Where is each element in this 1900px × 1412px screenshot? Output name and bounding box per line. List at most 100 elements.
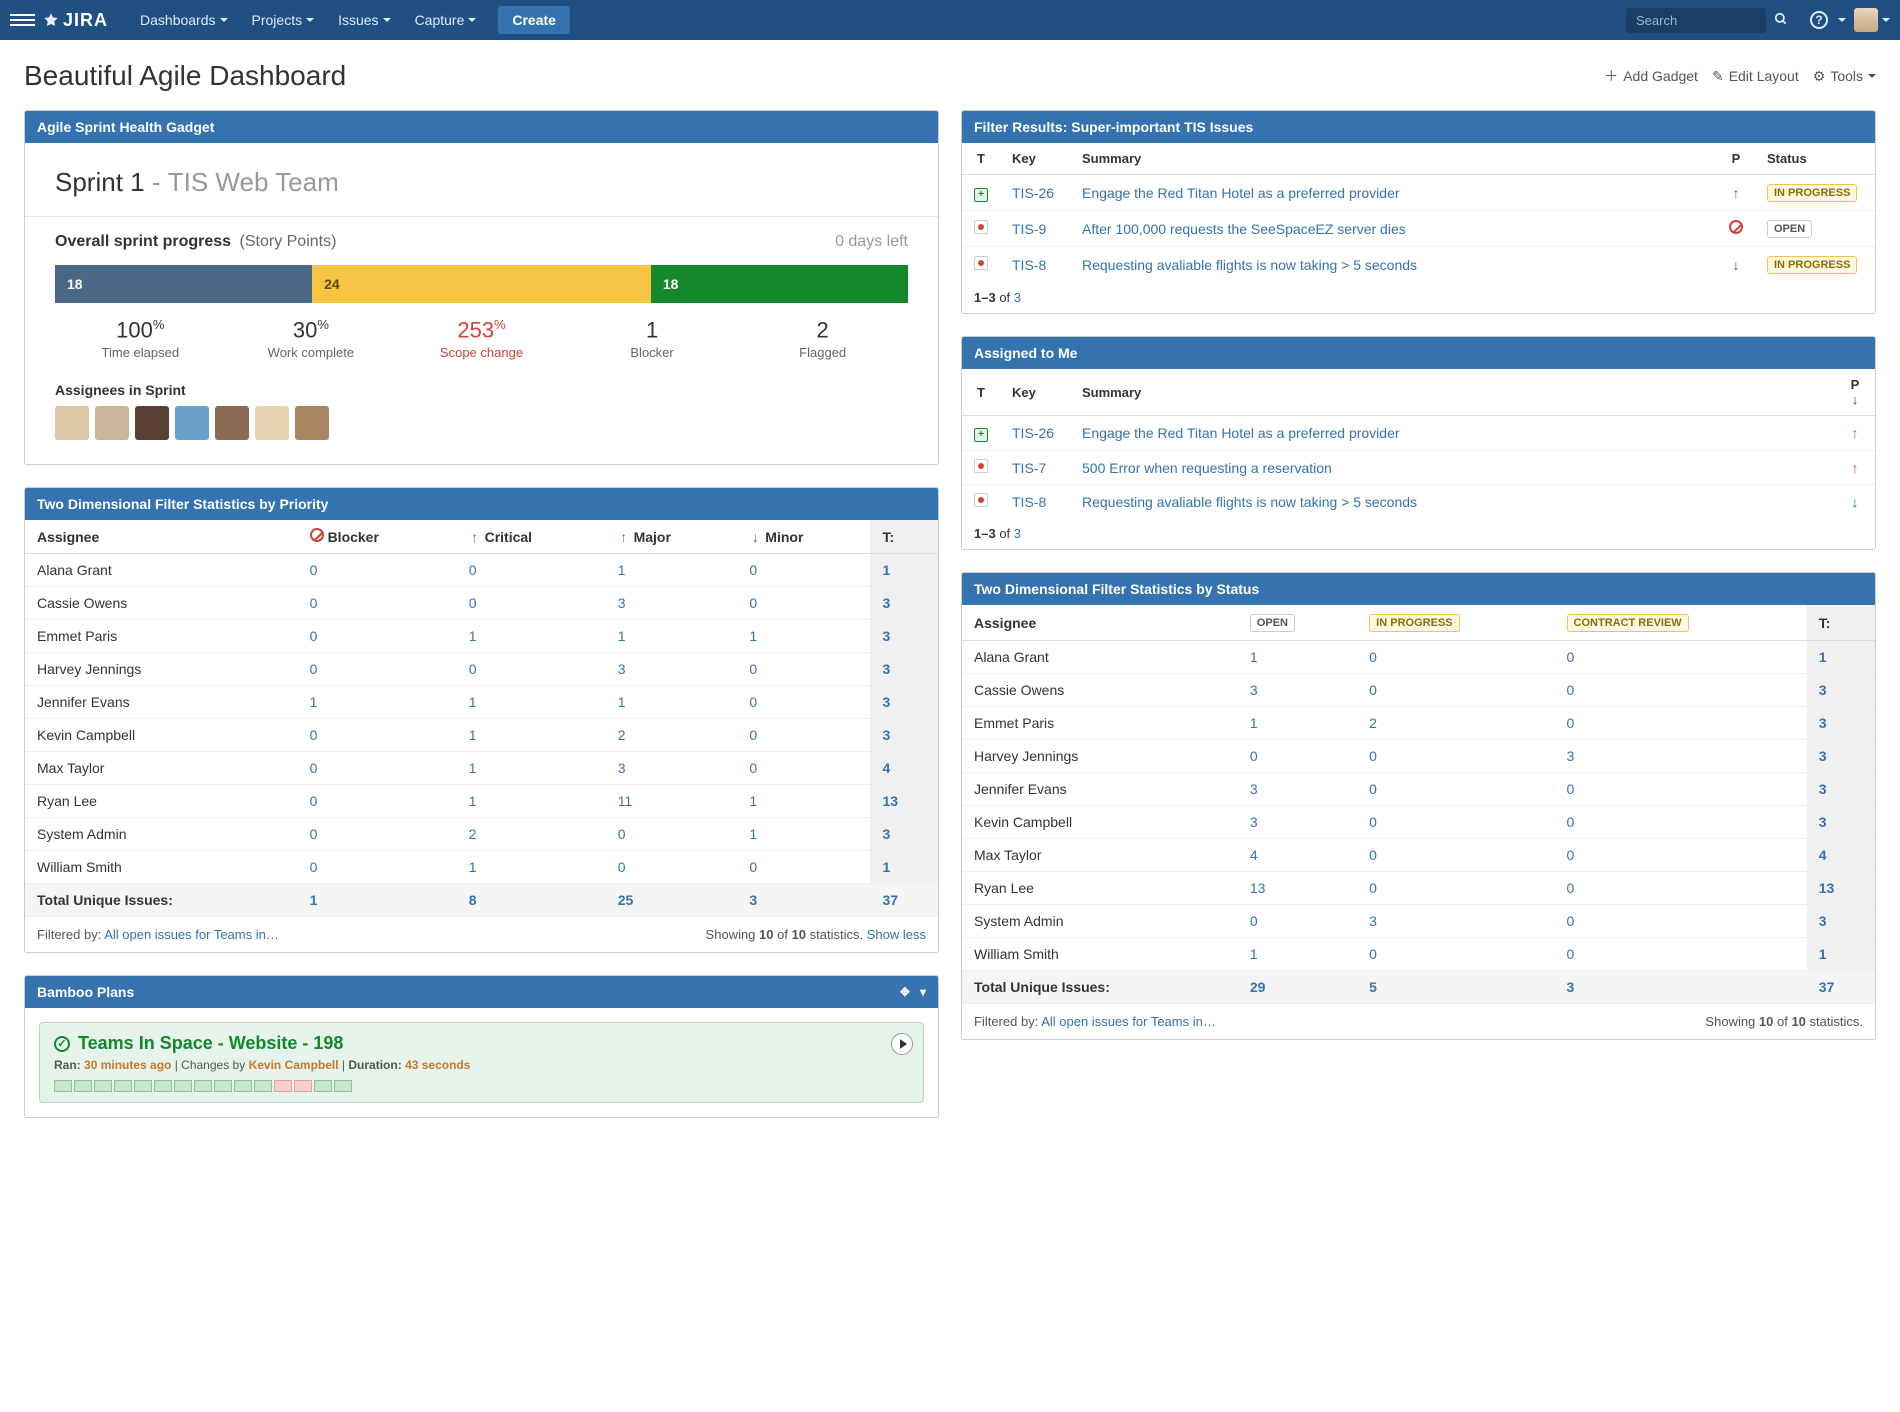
build-result[interactable] xyxy=(54,1080,72,1092)
issue-row[interactable]: +TIS-26Engage the Red Titan Hotel as a p… xyxy=(962,175,1875,211)
nav-capture[interactable]: Capture xyxy=(403,0,489,40)
stat-cell[interactable]: 0 xyxy=(606,818,738,851)
total-cell[interactable]: 3 xyxy=(1807,674,1875,707)
th-open[interactable]: OPEN xyxy=(1238,605,1357,641)
build-result[interactable] xyxy=(274,1080,292,1092)
total-cell[interactable]: 1 xyxy=(870,851,938,884)
stat-cell[interactable]: 1 xyxy=(457,686,606,719)
issue-key[interactable]: TIS-8 xyxy=(1012,494,1046,510)
stat-cell[interactable]: 0 xyxy=(1555,773,1807,806)
th-type[interactable]: T xyxy=(962,143,1000,175)
stat-cell[interactable]: 0 xyxy=(1357,839,1554,872)
jira-logo[interactable]: JIRA xyxy=(43,10,108,31)
stat-cell[interactable]: 0 xyxy=(298,851,457,884)
th-contract-review[interactable]: CONTRACT REVIEW xyxy=(1555,605,1807,641)
stat-cell[interactable]: 3 xyxy=(606,653,738,686)
tools-menu[interactable]: ⚙ Tools xyxy=(1813,68,1876,85)
th-total[interactable]: T: xyxy=(1807,605,1875,641)
th-type[interactable]: T xyxy=(962,369,1000,416)
add-gadget-button[interactable]: ＋ Add Gadget xyxy=(1604,66,1698,86)
build-result[interactable] xyxy=(194,1080,212,1092)
stat-cell[interactable]: 0 xyxy=(1555,707,1807,740)
total-cell[interactable]: 3 xyxy=(870,653,938,686)
total-cell[interactable]: 3 xyxy=(870,719,938,752)
stat-cell[interactable]: 0 xyxy=(457,587,606,620)
total-cell[interactable]: 13 xyxy=(1807,872,1875,905)
stat-cell[interactable]: 0 xyxy=(1555,872,1807,905)
user-avatar[interactable] xyxy=(1854,8,1878,32)
assignee-avatar[interactable] xyxy=(295,406,329,440)
stat-cell[interactable]: 1 xyxy=(606,554,738,587)
grand-total[interactable]: 37 xyxy=(870,884,938,917)
total-cell[interactable]: 3 xyxy=(1807,707,1875,740)
stat-cell[interactable]: 2 xyxy=(1357,707,1554,740)
total-cell[interactable]: 1 xyxy=(870,554,938,587)
stat-cell[interactable]: 0 xyxy=(1357,806,1554,839)
stat-cell[interactable]: 1 xyxy=(457,719,606,752)
issue-key[interactable]: TIS-7 xyxy=(1012,460,1046,476)
build-result[interactable] xyxy=(294,1080,312,1092)
th-summary[interactable]: Summary xyxy=(1070,143,1717,175)
assignee-avatar[interactable] xyxy=(95,406,129,440)
stat-cell[interactable]: 0 xyxy=(298,653,457,686)
stat-cell[interactable]: 0 xyxy=(298,785,457,818)
total-cell[interactable]: 3 xyxy=(870,686,938,719)
issue-summary[interactable]: 500 Error when requesting a reservation xyxy=(1082,460,1332,476)
issue-summary[interactable]: Requesting avaliable flights is now taki… xyxy=(1082,257,1417,273)
bamboo-plan-card[interactable]: Teams In Space - Website - 198 Ran: 30 m… xyxy=(39,1022,924,1103)
stat-cell[interactable]: 11 xyxy=(606,785,738,818)
bamboo-plan-title[interactable]: Teams In Space - Website - 198 xyxy=(54,1033,909,1054)
nav-issues[interactable]: Issues xyxy=(326,0,402,40)
stat-cell[interactable]: 1 xyxy=(606,620,738,653)
total-cell[interactable]: 3 xyxy=(1807,773,1875,806)
th-critical[interactable]: ↑ Critical xyxy=(457,520,606,554)
stat-cell[interactable]: 3 xyxy=(1238,773,1357,806)
total-stat[interactable]: 1 xyxy=(298,884,457,917)
th-status[interactable]: Status xyxy=(1755,143,1875,175)
build-result[interactable] xyxy=(74,1080,92,1092)
th-major[interactable]: ↑ Major xyxy=(606,520,738,554)
th-assignee[interactable]: Assignee xyxy=(962,605,1238,641)
build-result[interactable] xyxy=(94,1080,112,1092)
total-cell[interactable]: 13 xyxy=(870,785,938,818)
gadget-header[interactable]: Two Dimensional Filter Statistics by Pri… xyxy=(25,488,938,520)
issue-row[interactable]: +TIS-26Engage the Red Titan Hotel as a p… xyxy=(962,416,1875,451)
assignee-avatar[interactable] xyxy=(135,406,169,440)
play-button[interactable] xyxy=(891,1033,913,1055)
stat-cell[interactable]: 0 xyxy=(298,752,457,785)
issue-key[interactable]: TIS-8 xyxy=(1012,257,1046,273)
th-priority[interactable]: P xyxy=(1717,143,1755,175)
create-button[interactable]: Create xyxy=(498,6,570,34)
stat-cell[interactable]: 3 xyxy=(606,587,738,620)
stat-cell[interactable]: 1 xyxy=(457,851,606,884)
th-blocker[interactable]: Blocker xyxy=(298,520,457,554)
th-priority[interactable]: P ↓ xyxy=(1835,369,1875,416)
gadget-header[interactable]: Bamboo Plans ✥ ▾ xyxy=(25,976,938,1008)
stat-cell[interactable]: 0 xyxy=(1238,740,1357,773)
stat-cell[interactable]: 0 xyxy=(737,587,870,620)
stat-cell[interactable]: 0 xyxy=(1555,806,1807,839)
issue-row[interactable]: TIS-8Requesting avaliable flights is now… xyxy=(962,485,1875,519)
minimize-icon[interactable]: ▾ xyxy=(920,985,926,999)
page-total-link[interactable]: 3 xyxy=(1014,290,1021,305)
stat-cell[interactable]: 1 xyxy=(298,686,457,719)
build-result[interactable] xyxy=(334,1080,352,1092)
stat-cell[interactable]: 0 xyxy=(1357,740,1554,773)
stat-cell[interactable]: 2 xyxy=(606,719,738,752)
filter-link[interactable]: All open issues for Teams in… xyxy=(104,927,279,942)
th-key[interactable]: Key xyxy=(1000,369,1070,416)
build-result[interactable] xyxy=(174,1080,192,1092)
stat-cell[interactable]: 1 xyxy=(1238,707,1357,740)
build-result[interactable] xyxy=(134,1080,152,1092)
nav-projects[interactable]: Projects xyxy=(240,0,327,40)
search-input[interactable] xyxy=(1626,8,1766,33)
stat-cell[interactable]: 0 xyxy=(737,554,870,587)
stat-cell[interactable]: 4 xyxy=(1238,839,1357,872)
stat-cell[interactable]: 0 xyxy=(1357,641,1554,674)
stat-cell[interactable]: 0 xyxy=(1357,872,1554,905)
total-cell[interactable]: 4 xyxy=(1807,839,1875,872)
stat-cell[interactable]: 3 xyxy=(606,752,738,785)
stat-cell[interactable]: 0 xyxy=(1555,938,1807,971)
issue-key[interactable]: TIS-26 xyxy=(1012,425,1054,441)
assignee-avatar[interactable] xyxy=(175,406,209,440)
